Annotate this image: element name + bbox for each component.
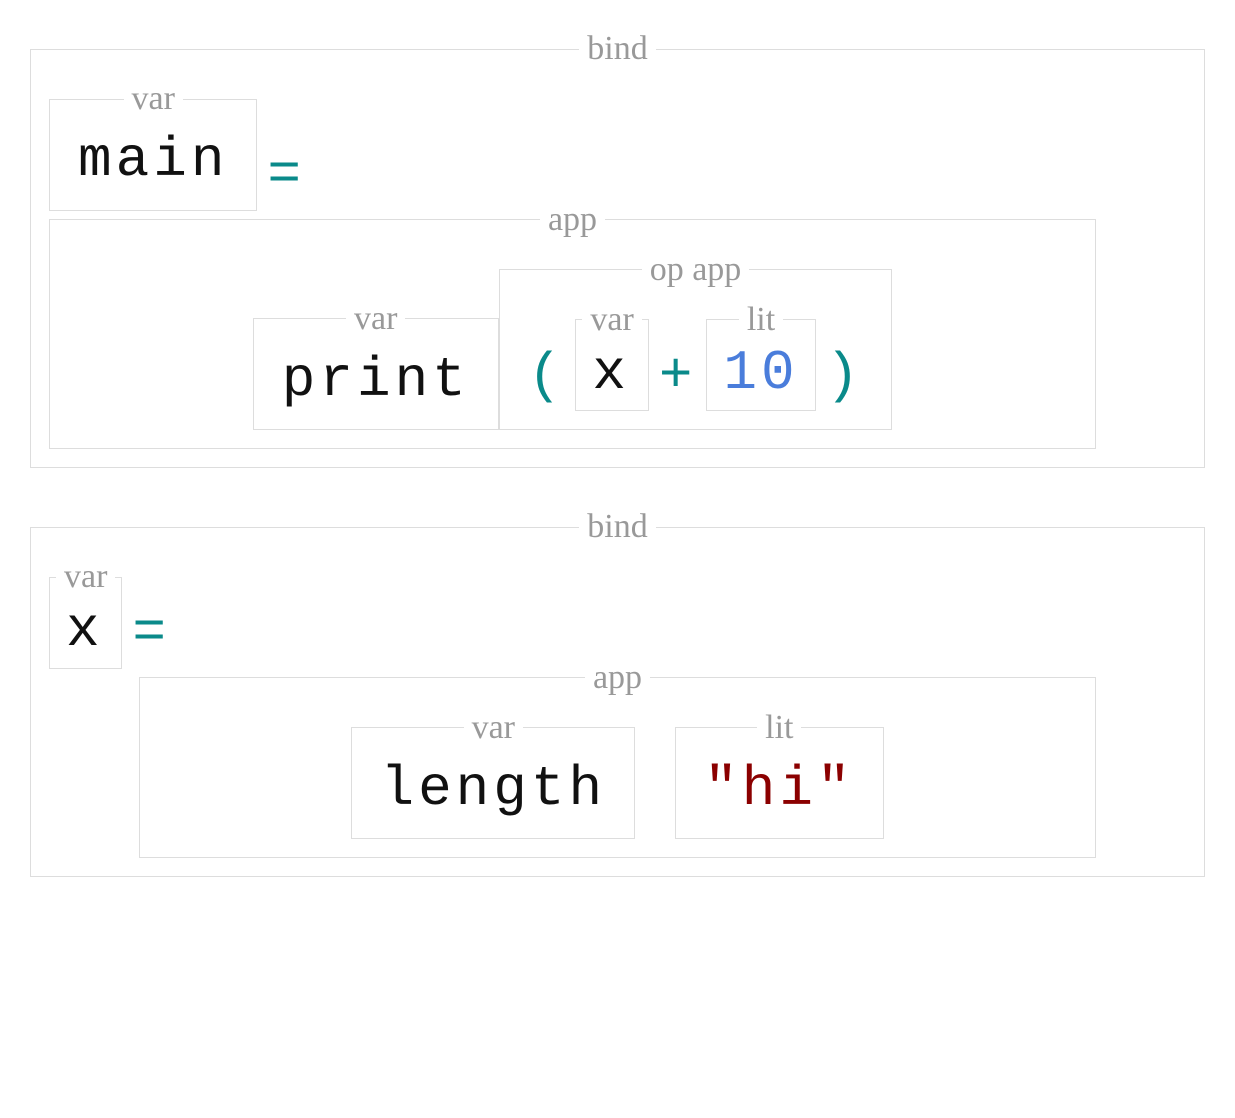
op-app-label: op app — [642, 251, 750, 289]
lit-node-hi: lit "hi" — [675, 709, 883, 840]
var-name-print: print — [272, 344, 480, 416]
var-node-print: var print — [253, 300, 499, 431]
lit-label: lit — [739, 301, 783, 339]
var-label: var — [582, 301, 641, 339]
var-label: var — [56, 558, 115, 596]
app-label: app — [585, 659, 650, 697]
lit-value-10: 10 — [713, 337, 808, 409]
bind-node-main: bind var main = app var print op app — [30, 30, 1205, 468]
left-paren: ( — [518, 342, 576, 412]
bind-header-row-x: var x = — [49, 558, 180, 669]
var-label: var — [346, 300, 405, 338]
right-paren: ) — [816, 342, 874, 412]
lit-label: lit — [757, 709, 801, 747]
var-node-x-inner: var x — [575, 301, 648, 412]
app-label: app — [540, 201, 605, 239]
var-node-main: var main — [49, 80, 257, 211]
app-node-length: app var length lit "hi" — [139, 659, 1096, 859]
bind-label: bind — [579, 30, 655, 68]
var-node-length: var length — [351, 709, 635, 840]
lit-node-10: lit 10 — [706, 301, 815, 412]
op-app-node: op app ( var x + lit 10 — [499, 251, 892, 431]
ast-diagram: bind var main = app var print op app — [30, 30, 1205, 877]
bind-header-row: var main = — [49, 80, 315, 211]
var-node-x: var x — [49, 558, 122, 669]
app-node-print: app var print op app ( var x — [49, 201, 1096, 450]
var-name-x-inner: x — [582, 337, 640, 409]
var-label: var — [464, 709, 523, 747]
var-label: var — [124, 80, 183, 118]
plus-sign: + — [649, 342, 707, 412]
var-name-length: length — [370, 753, 616, 825]
bind-node-x: bind var x = app var length lit — [30, 508, 1205, 877]
var-name-main: main — [68, 124, 238, 196]
lit-value-hi: "hi" — [694, 753, 864, 825]
var-name-x: x — [56, 594, 114, 666]
bind-label: bind — [579, 508, 655, 546]
